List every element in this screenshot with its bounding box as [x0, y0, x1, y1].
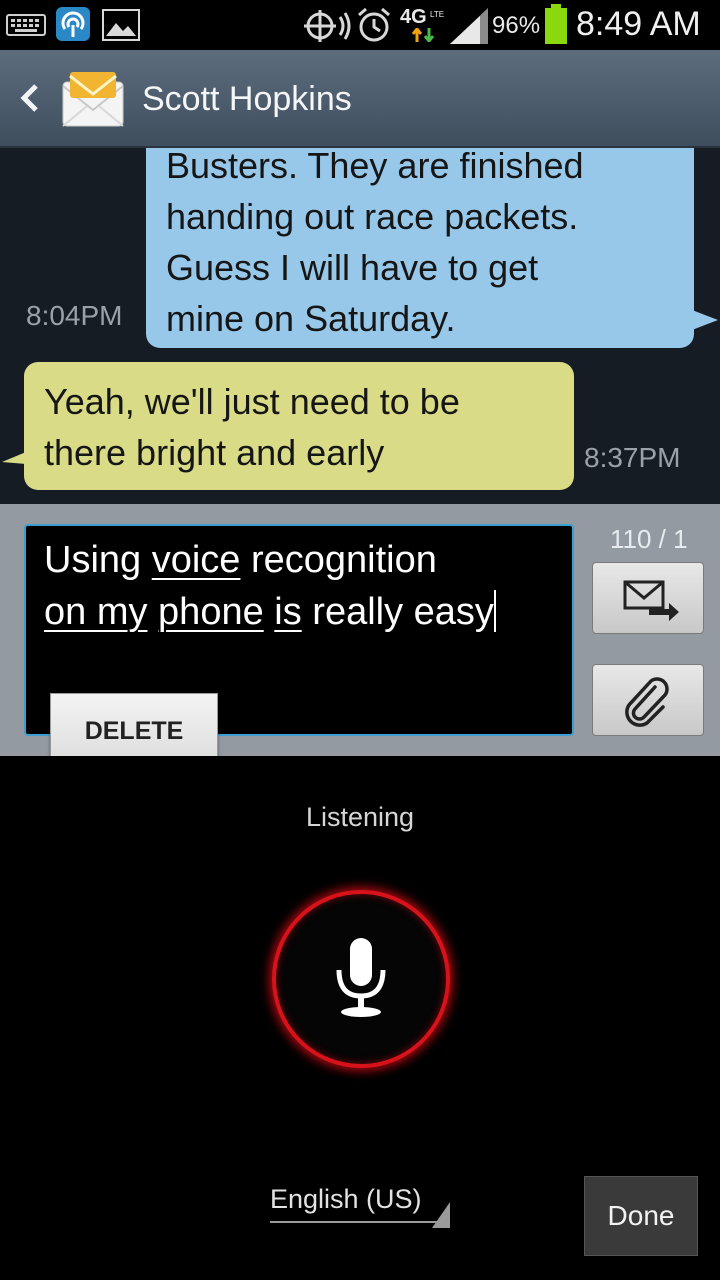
input-word: on my: [44, 591, 148, 633]
input-word: [264, 591, 275, 633]
input-word: really easy: [301, 591, 494, 633]
microphone-button[interactable]: [272, 890, 450, 1068]
input-word: [147, 591, 158, 633]
input-word: voice: [151, 539, 241, 581]
language-selector[interactable]: English (US): [270, 1184, 448, 1223]
input-word: phone: [158, 591, 264, 633]
message-timestamp: 8:37PM: [584, 442, 681, 473]
wifi-hotspot-icon: [56, 7, 90, 41]
input-word: is: [274, 591, 302, 633]
clock: 8:49 AM: [576, 5, 701, 43]
title-bar: Scott Hopkins: [0, 50, 720, 148]
alarm-icon: [358, 7, 390, 42]
send-button[interactable]: [592, 562, 704, 634]
input-word: Using: [44, 539, 152, 581]
send-message-icon: [623, 580, 679, 621]
text-caret: [493, 590, 496, 632]
input-word: recognition: [240, 539, 448, 581]
status-bar: 4G LTE 96% 8:49 AM: [0, 0, 720, 50]
keyboard-icon: [6, 14, 46, 36]
paperclip-icon: [625, 677, 669, 727]
message-line: handing out race packets.: [166, 196, 579, 237]
outgoing-message-bubble[interactable]: Busters. They are finished handing out r…: [146, 148, 718, 348]
done-button[interactable]: Done: [584, 1176, 698, 1256]
message-line: Yeah, we'll just need to be: [44, 381, 460, 422]
listening-status: Listening: [305, 802, 415, 832]
conversation-thread[interactable]: Busters. They are finished handing out r…: [0, 148, 720, 504]
message-timestamp: 8:04PM: [26, 300, 123, 331]
dropdown-corner-icon: [432, 1202, 450, 1228]
envelope-icon: [62, 72, 124, 127]
message-line: Guess I will have to get: [166, 247, 539, 288]
message-line: Busters. They are finished: [166, 148, 584, 186]
attach-button[interactable]: [592, 664, 704, 736]
bubble-tail: [692, 310, 718, 330]
data-arrows-icon: [412, 28, 435, 42]
message-line: there bright and early: [44, 432, 385, 473]
signal-icon: [450, 8, 488, 44]
location-icon: [304, 10, 351, 42]
network-type: 4G: [400, 6, 427, 28]
voice-input-panel: Listening English (US) Done: [0, 756, 720, 1280]
message-line: mine on Saturday.: [166, 298, 456, 339]
microphone-icon: [336, 938, 386, 1017]
network-subtype: LTE: [430, 10, 445, 19]
chevron-left-icon[interactable]: [14, 78, 44, 118]
character-counter: 110 / 1: [610, 524, 688, 554]
message-input-text: Using voice recognition on my phone is r…: [44, 534, 564, 638]
battery-icon: [545, 4, 567, 44]
battery-percent: 96%: [492, 12, 541, 39]
incoming-message-bubble[interactable]: Yeah, we'll just need to be there bright…: [2, 362, 574, 490]
contact-name: Scott Hopkins: [142, 80, 352, 118]
gallery-icon: [102, 9, 140, 41]
language-label: English (US): [270, 1184, 422, 1214]
bubble-tail: [2, 452, 26, 464]
